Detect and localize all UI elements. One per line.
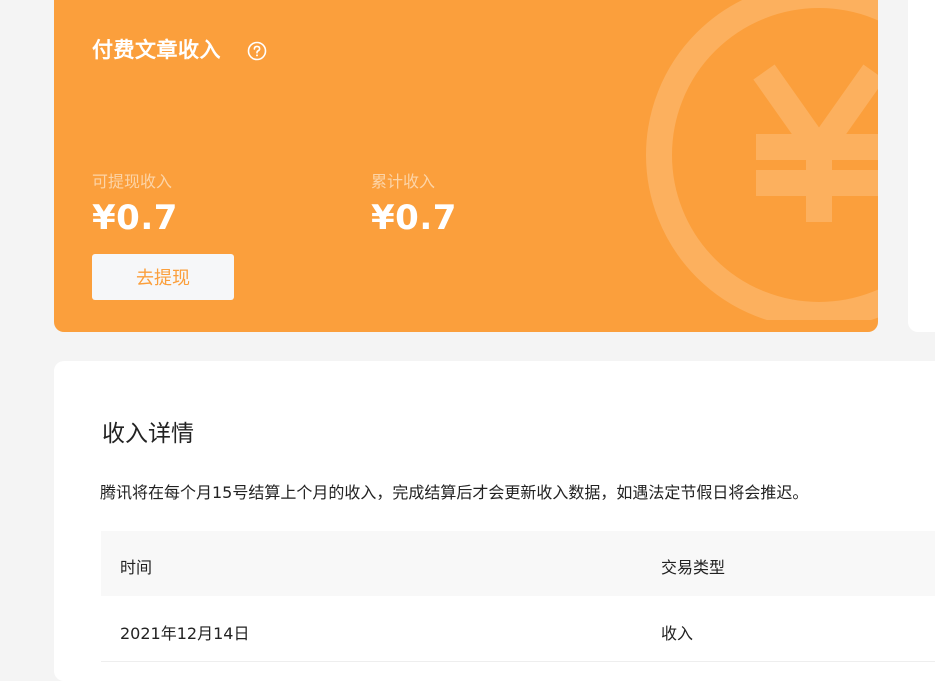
table-row: 2021年12月14日 收入 xyxy=(101,597,935,662)
total-income-value: ¥0.7 xyxy=(371,198,457,238)
column-header-time: 时间 xyxy=(120,558,153,577)
table-header: 时间 交易类型 xyxy=(101,531,935,596)
withdraw-button[interactable]: 去提现 xyxy=(92,254,234,300)
row-type: 收入 xyxy=(661,624,694,643)
income-details-card: 收入详情 腾讯将在每个月15号结算上个月的收入，完成结算后才会更新收入数据，如遇… xyxy=(54,361,935,681)
settlement-notice: 腾讯将在每个月15号结算上个月的收入，完成结算后才会更新收入数据，如遇法定节假日… xyxy=(100,483,809,502)
withdrawable-income-value: ¥0.7 xyxy=(92,198,178,238)
row-time: 2021年12月14日 xyxy=(120,624,250,643)
column-header-type: 交易类型 xyxy=(661,558,726,577)
income-card: 付费文章收入 可提现收入 ¥0.7 累计收入 ¥0.7 去提现 xyxy=(54,0,878,332)
total-income-label: 累计收入 xyxy=(371,172,436,191)
card-title: 付费文章收入 xyxy=(92,38,221,62)
question-circle-icon[interactable] xyxy=(247,41,267,61)
yen-icon xyxy=(646,0,878,320)
side-panel xyxy=(908,0,935,332)
section-title: 收入详情 xyxy=(102,421,194,447)
withdrawable-income-label: 可提现收入 xyxy=(92,172,173,191)
